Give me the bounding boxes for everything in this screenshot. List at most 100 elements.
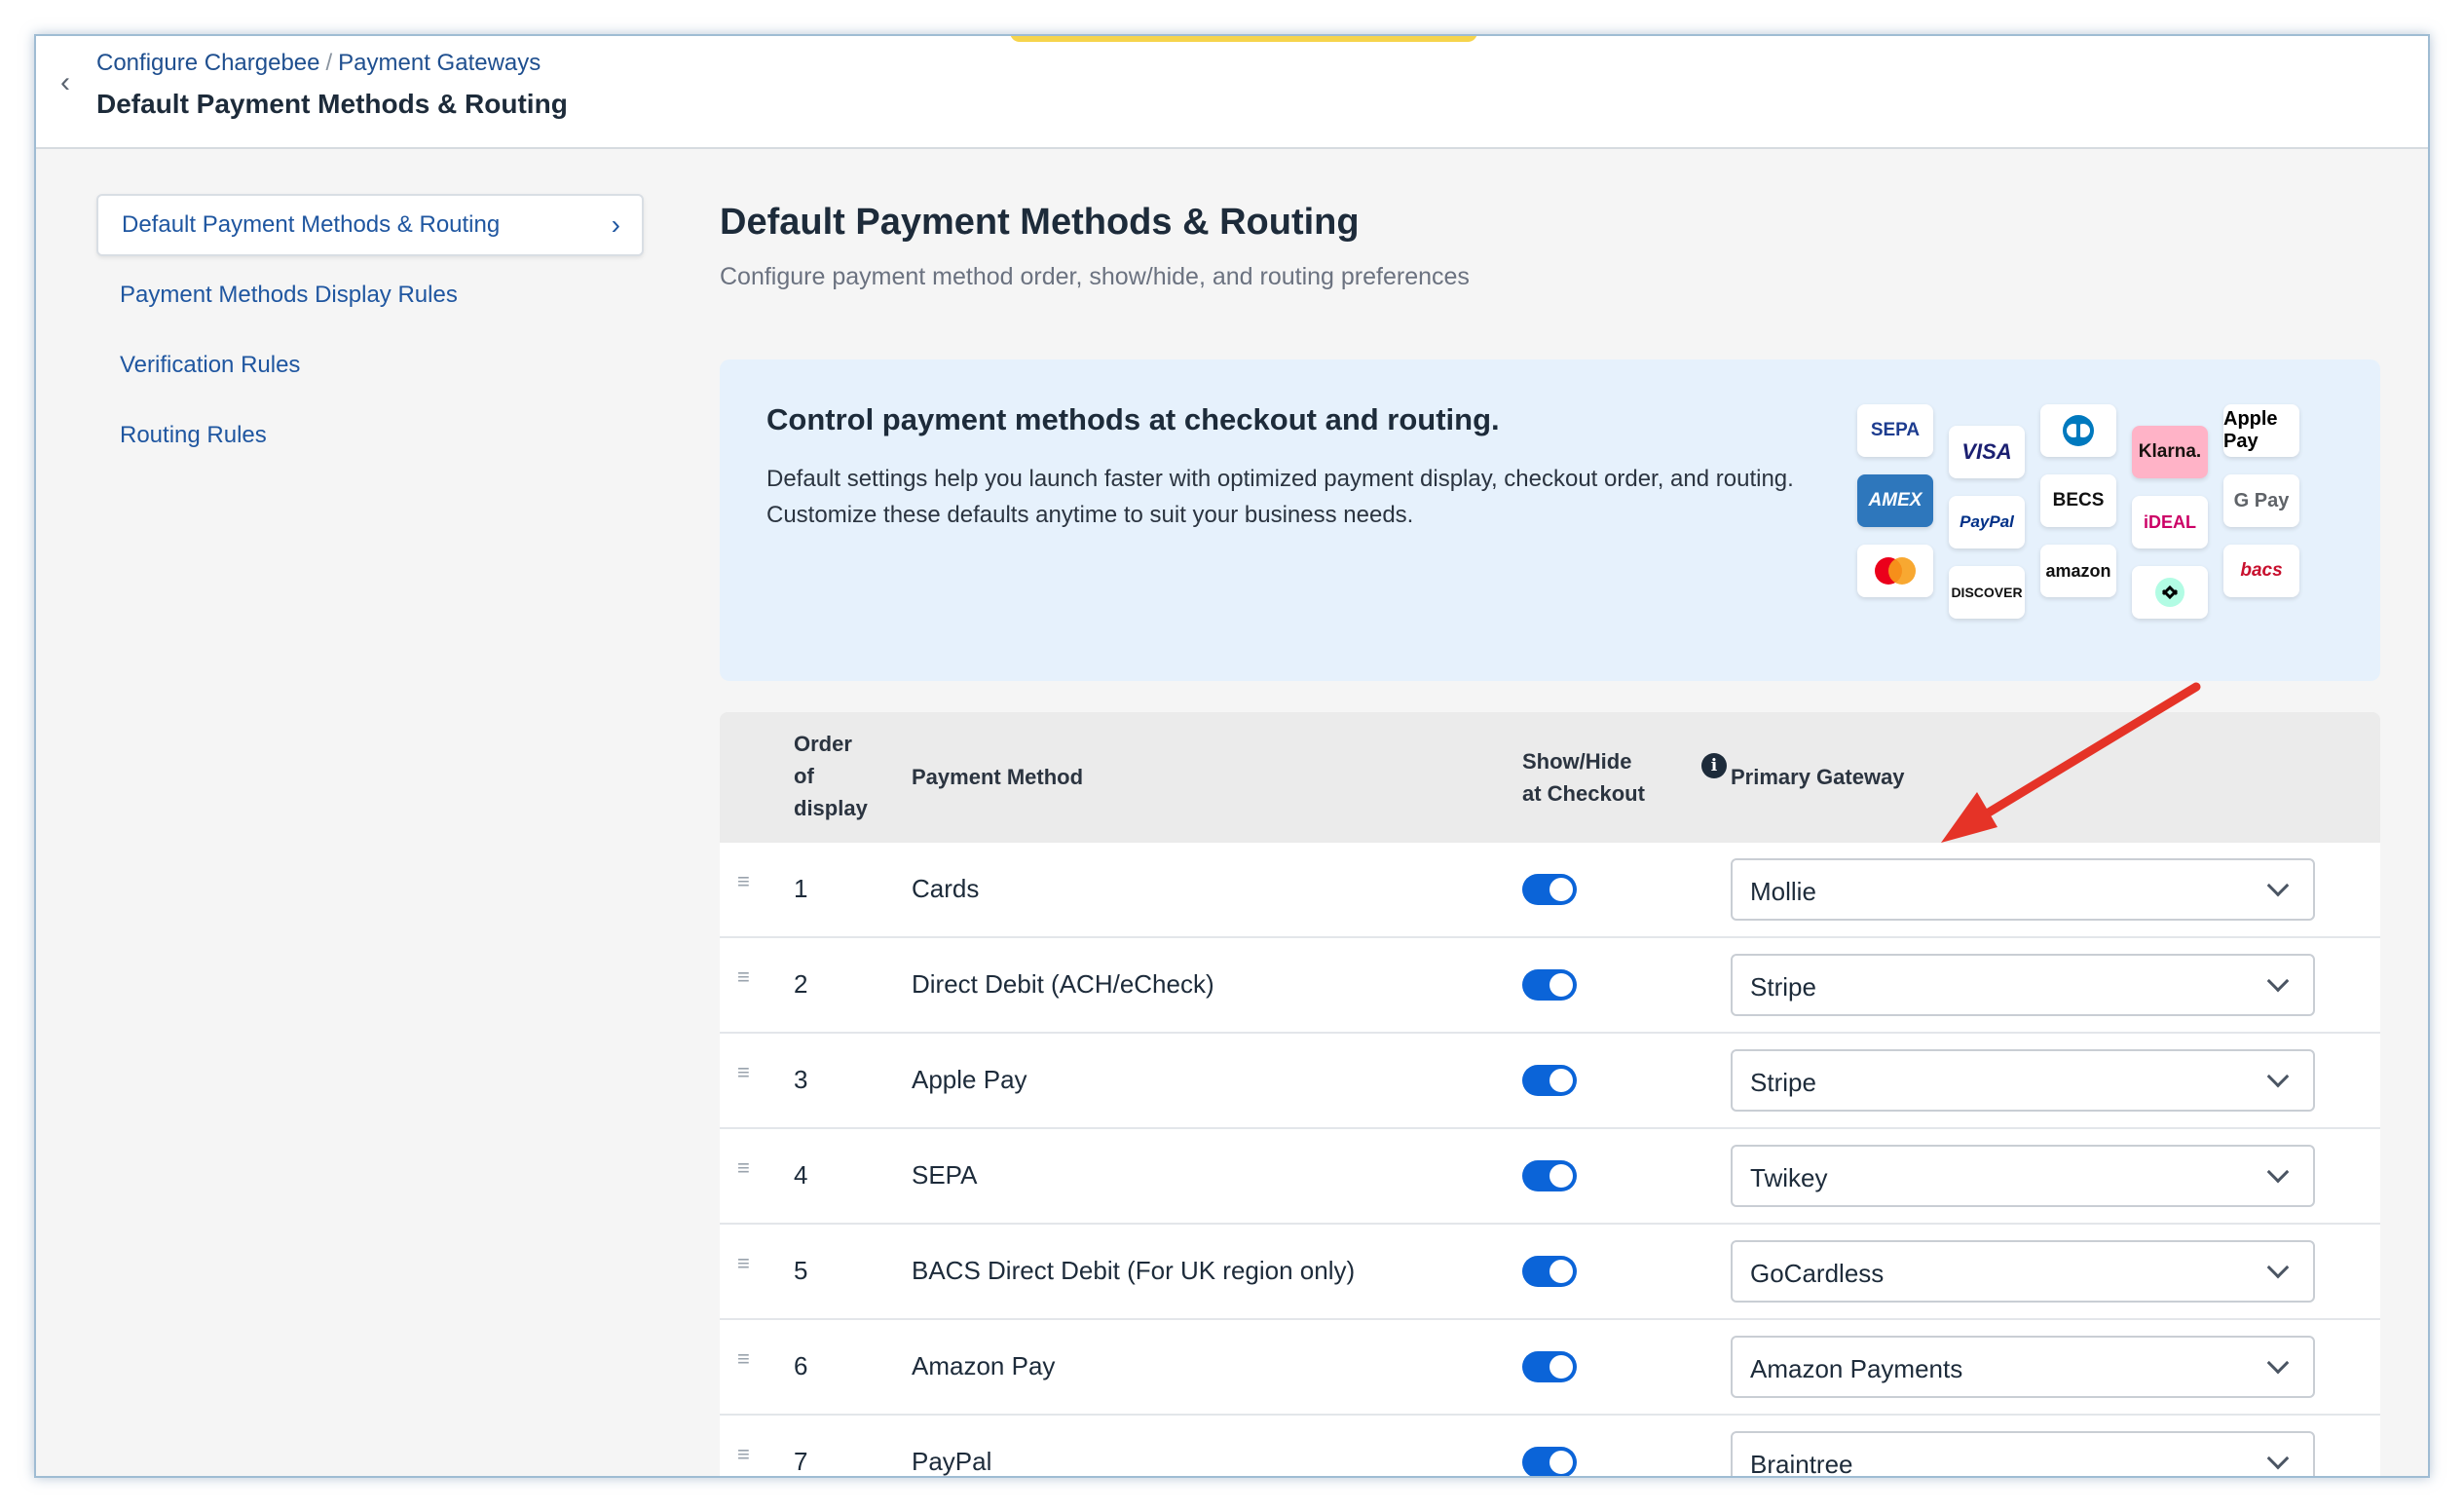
- table-row: ≡ 7 PayPal Braintree: [720, 1416, 2380, 1478]
- logo-text: DISCOVER: [1951, 585, 2023, 600]
- breadcrumb-configure-chargebee[interactable]: Configure Chargebee: [96, 50, 320, 76]
- amex-logo-icon: AMEX: [1857, 474, 1933, 527]
- gateway-select[interactable]: Amazon Payments: [1731, 1336, 2315, 1398]
- sidebar-item-routing-rules[interactable]: Routing Rules: [96, 404, 644, 467]
- show-hide-toggle[interactable]: [1522, 1256, 1577, 1287]
- header-primary-gateway: Primary Gateway: [1731, 765, 1905, 789]
- table-row: ≡ 3 Apple Pay Stripe: [720, 1034, 2380, 1129]
- row-method: Amazon Pay: [912, 1351, 1056, 1380]
- visa-logo-icon: VISA: [1949, 426, 2025, 478]
- row-method: PayPal: [912, 1447, 992, 1476]
- sidebar-item-label: Default Payment Methods & Routing: [122, 211, 501, 238]
- app-window: ‹ Configure Chargebee / Payment Gateways D…: [34, 34, 2430, 1478]
- logo-text: BECS: [2052, 490, 2105, 510]
- drag-handle-icon[interactable]: ≡: [737, 1444, 757, 1465]
- gateway-select[interactable]: Twikey: [1731, 1145, 2315, 1207]
- chevron-down-icon: [2266, 874, 2290, 897]
- google-pay-logo-icon: G Pay: [2223, 474, 2299, 527]
- show-hide-toggle[interactable]: [1522, 969, 1577, 1001]
- gateway-select[interactable]: Stripe: [1731, 954, 2315, 1016]
- amazon-logo-icon: amazon: [2040, 545, 2116, 597]
- drag-handle-icon[interactable]: ≡: [737, 1157, 757, 1179]
- table-row: ≡ 2 Direct Debit (ACH/eCheck) Stripe: [720, 938, 2380, 1034]
- chevron-down-icon: [2266, 1065, 2290, 1088]
- diners-logo-icon: [2040, 404, 2116, 457]
- toggle-knob: [1549, 973, 1573, 997]
- show-hide-toggle[interactable]: [1522, 1160, 1577, 1191]
- afterpay-logo-icon: [2132, 566, 2208, 619]
- logo-text: PayPal: [1960, 512, 2014, 531]
- sidebar-item-label: Verification Rules: [120, 352, 301, 378]
- row-order: 2: [794, 969, 808, 999]
- logo-text: VISA: [1961, 439, 2012, 464]
- show-hide-toggle[interactable]: [1522, 1065, 1577, 1096]
- sepa-logo-icon: SEPA: [1857, 404, 1933, 457]
- drag-handle-icon[interactable]: ≡: [737, 966, 757, 988]
- page-title: Default Payment Methods & Routing: [96, 89, 568, 119]
- gateway-select[interactable]: Mollie: [1731, 858, 2315, 921]
- info-icon[interactable]: i: [1701, 753, 1727, 778]
- breadcrumb: Configure Chargebee / Payment Gateways: [96, 50, 541, 77]
- breadcrumb-payment-gateways[interactable]: Payment Gateways: [338, 50, 541, 76]
- gateway-select[interactable]: Braintree: [1731, 1431, 2315, 1478]
- paypal-logo-icon: PayPal: [1949, 496, 2025, 548]
- discover-logo-icon: DISCOVER: [1949, 566, 2025, 619]
- logo-text: Klarna.: [2138, 441, 2202, 462]
- logo-text: amazon: [2045, 560, 2111, 581]
- row-order: 3: [794, 1065, 808, 1094]
- header-order-of-display: Order of display: [794, 728, 868, 824]
- drag-handle-icon[interactable]: ≡: [737, 1348, 757, 1370]
- drag-handle-icon[interactable]: ≡: [737, 1253, 757, 1274]
- show-hide-toggle[interactable]: [1522, 874, 1577, 905]
- header-order-line: of: [794, 764, 814, 788]
- gateway-select[interactable]: Stripe: [1731, 1049, 2315, 1112]
- klarna-logo-icon: Klarna.: [2132, 426, 2208, 478]
- diners-circle-icon: [2063, 415, 2094, 446]
- chevron-down-icon: [2266, 1160, 2290, 1184]
- section-title: Default Payment Methods & Routing: [720, 202, 1360, 243]
- sidebar-item-verification-rules[interactable]: Verification Rules: [96, 334, 644, 397]
- breadcrumb-separator: /: [325, 50, 333, 76]
- table-row: ≡ 4 SEPA Twikey: [720, 1129, 2380, 1225]
- toggle-knob: [1549, 1451, 1573, 1474]
- header-showhide-line: at Checkout: [1522, 781, 1645, 806]
- sidebar-item-display-rules[interactable]: Payment Methods Display Rules: [96, 264, 644, 326]
- drag-handle-icon[interactable]: ≡: [737, 1062, 757, 1083]
- table-row: ≡ 5 BACS Direct Debit (For UK region onl…: [720, 1225, 2380, 1320]
- sidebar-item-default-payment-methods[interactable]: Default Payment Methods & Routing ›: [96, 194, 644, 256]
- chevron-down-icon: [2266, 1256, 2290, 1279]
- show-hide-toggle[interactable]: [1522, 1351, 1577, 1382]
- payment-methods-table: Order of display Payment Method Show/Hid…: [720, 712, 2380, 1478]
- toggle-knob: [1549, 1355, 1573, 1379]
- toggle-knob: [1549, 1164, 1573, 1188]
- chevron-down-icon: [2266, 969, 2290, 993]
- top-bar: ‹ Configure Chargebee / Payment Gateways D…: [36, 36, 2428, 149]
- afterpay-badge-icon: [2155, 578, 2184, 607]
- chevron-left-icon: ‹: [60, 66, 70, 98]
- mastercard-logo-icon: [1857, 545, 1933, 597]
- logo-text: bacs: [2240, 560, 2283, 581]
- row-method: Apple Pay: [912, 1065, 1027, 1094]
- row-method: Cards: [912, 874, 980, 903]
- back-button[interactable]: ‹: [46, 63, 85, 102]
- gateway-select[interactable]: GoCardless: [1731, 1240, 2315, 1303]
- gateway-select-value: Stripe: [1750, 1068, 1816, 1097]
- main-content: Default Payment Methods & Routing Config…: [720, 194, 2380, 1476]
- row-method: Direct Debit (ACH/eCheck): [912, 969, 1214, 999]
- toggle-knob: [1549, 878, 1573, 901]
- row-method: SEPA: [912, 1160, 978, 1190]
- logo-text: Apple Pay: [2223, 408, 2278, 452]
- show-hide-toggle[interactable]: [1522, 1447, 1577, 1476]
- chevron-down-icon: [2266, 1447, 2290, 1470]
- chevron-right-icon: ›: [611, 209, 620, 240]
- header-showhide-line: Show/Hide: [1522, 749, 1632, 774]
- drag-handle-icon[interactable]: ≡: [737, 871, 757, 892]
- gateway-select-value: Braintree: [1750, 1450, 1853, 1478]
- ideal-logo-icon: iDEAL: [2132, 496, 2208, 548]
- banner-text: Default settings help you launch faster …: [766, 466, 1794, 528]
- sidebar: Default Payment Methods & Routing › Paym…: [96, 194, 644, 474]
- table-row: ≡ 6 Amazon Pay Amazon Payments: [720, 1320, 2380, 1416]
- sidebar-item-label: Routing Rules: [120, 422, 267, 448]
- banner-title: Control payment methods at checkout and …: [766, 402, 1500, 436]
- toggle-knob: [1549, 1069, 1573, 1092]
